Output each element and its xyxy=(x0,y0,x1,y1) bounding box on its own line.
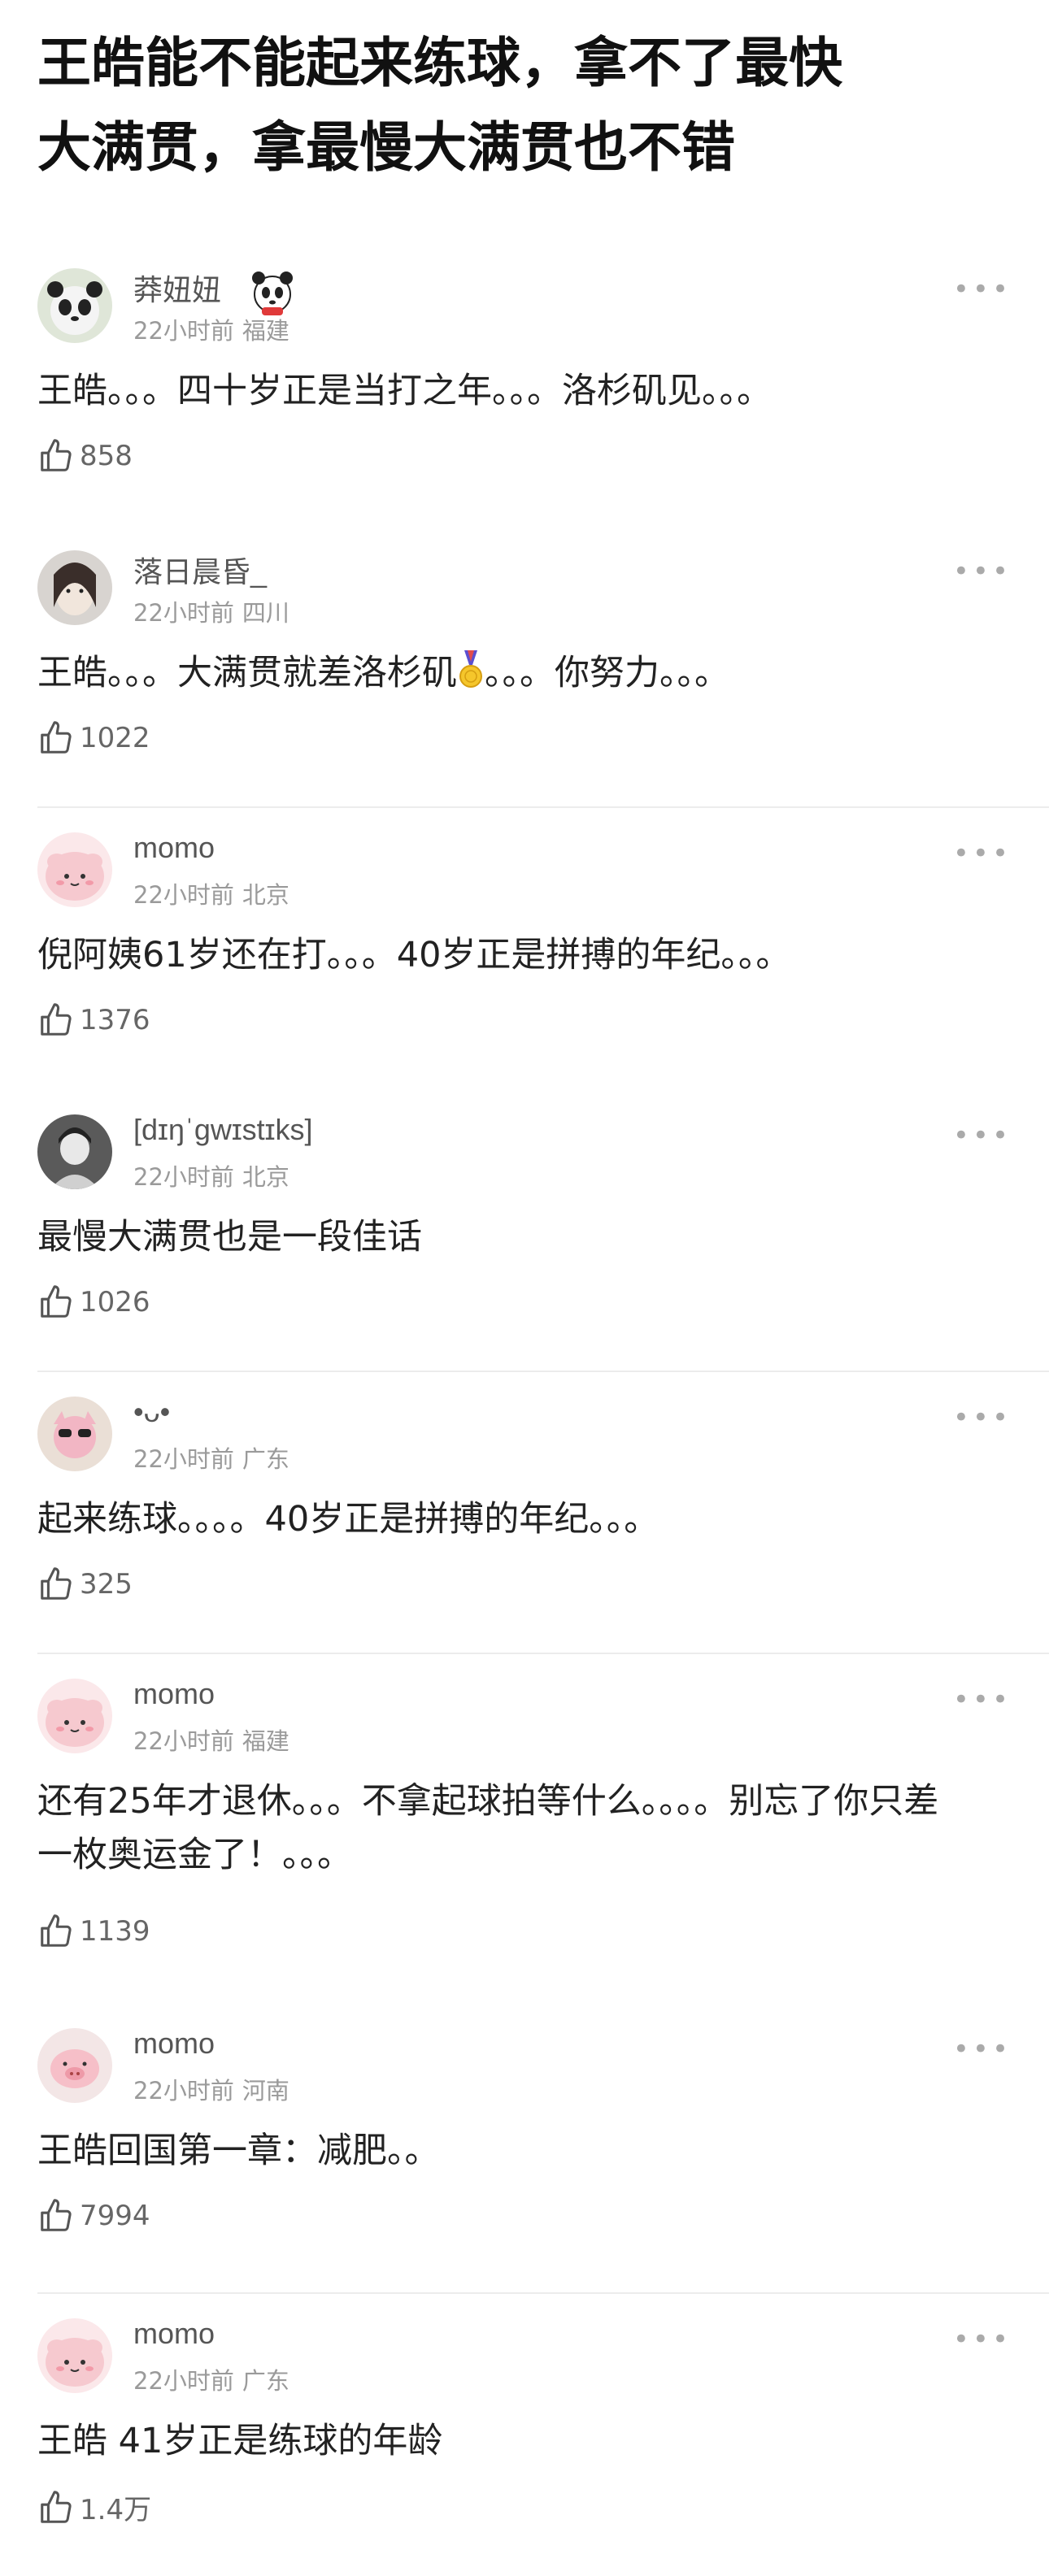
comment-location: 广东 xyxy=(242,2367,289,2395)
more-dots-icon[interactable]: ••• xyxy=(953,273,1012,306)
like-button[interactable]: 325 xyxy=(37,1566,133,1603)
thumbs-up-icon xyxy=(37,719,75,757)
like-button[interactable]: 858 xyxy=(37,437,133,475)
more-dots-icon[interactable]: ••• xyxy=(953,1119,1012,1152)
avatar[interactable] xyxy=(37,268,112,343)
gold-medal-icon xyxy=(459,650,482,688)
comment-item: momo 22小时前 福建 ••• 还有25年才退休。。。不拿起球拍等什么。。。。… xyxy=(0,1654,1049,2004)
comment-time: 22小时前 xyxy=(133,317,234,345)
more-dots-icon[interactable]: ••• xyxy=(953,1401,1012,1434)
comment-item: 落日晨昏_ 22小时前 四川 ••• 王皓。。。大满贯就差洛杉矶 。。。你努力。。。… xyxy=(0,526,1049,808)
like-button[interactable]: 1376 xyxy=(37,1001,150,1039)
comment-time: 22小时前 xyxy=(133,1163,234,1191)
more-dots-icon[interactable]: ••• xyxy=(953,2323,1012,2356)
username[interactable]: 莽妞妞 xyxy=(133,267,221,309)
thumbs-up-icon xyxy=(37,437,75,475)
avatar[interactable] xyxy=(37,832,112,907)
username[interactable]: 落日晨昏_ xyxy=(133,549,267,591)
comment-text: 王皓。。。四十岁正是当打之年。。。洛杉矶见。。。 xyxy=(37,371,772,411)
like-count: 1022 xyxy=(80,722,150,754)
username[interactable]: •ᴗ• xyxy=(133,1395,170,1429)
like-count: 858 xyxy=(80,440,133,472)
comment-item: [dɪŋˈɡwɪstɪks] 22小时前 北京 ••• 最慢大满贯也是一段佳话 1… xyxy=(0,1090,1049,1372)
comment-item: momo 22小时前 河南 ••• 王皓回国第一章：减肥。。 7994 xyxy=(0,2004,1049,2294)
like-count: 1376 xyxy=(80,1004,150,1036)
comment-item: momo 22小时前 北京 ••• 倪阿姨61岁还在打。。。40岁正是拼搏的年纪。… xyxy=(0,808,1049,1090)
username[interactable]: momo xyxy=(133,831,215,865)
comment-item: 莽妞妞 22小时前 福建 ••• 王皓。。。四十岁正是当打之年。。。洛杉矶见。。。… xyxy=(0,244,1049,526)
avatar[interactable] xyxy=(37,1679,112,1753)
thumbs-up-icon xyxy=(37,1566,75,1603)
like-count: 1026 xyxy=(80,1286,150,1318)
comment-time: 22小时前 xyxy=(133,2367,234,2395)
comment-location: 北京 xyxy=(242,1163,289,1191)
comment-text: 王皓。。。大满贯就差洛杉矶 。。。你努力。。。 xyxy=(37,646,997,700)
comment-text-part: 。。。你努力。。。 xyxy=(485,653,729,693)
more-dots-icon[interactable]: ••• xyxy=(953,1683,1012,1716)
thumbs-up-icon xyxy=(37,2197,75,2235)
like-count: 1139 xyxy=(80,1915,150,1948)
post-page: 王皓能不能起来练球，拿不了最快 大满贯，拿最慢大满贯也不错 莽妞妞 22小时前福… xyxy=(0,0,1049,2574)
comment-text: 起来练球。。。。40岁正是拼搏的年纪。。。 xyxy=(37,1499,659,1540)
thumbs-up-icon xyxy=(37,1001,75,1039)
comment-meta: 22小时前 北京 xyxy=(133,876,289,910)
comment-list: 莽妞妞 22小时前 福建 ••• 王皓。。。四十岁正是当打之年。。。洛杉矶见。。。… xyxy=(0,244,1049,2576)
like-button[interactable]: 1026 xyxy=(37,1284,150,1321)
thumbs-up-icon xyxy=(37,1284,75,1321)
comment-text: 王皓回国第一章：减肥。。 xyxy=(37,2131,440,2171)
username[interactable]: [dɪŋˈɡwɪstɪks] xyxy=(133,1113,313,1147)
comment-location: 河南 xyxy=(242,2077,289,2105)
like-button[interactable]: 1022 xyxy=(37,719,150,757)
avatar[interactable] xyxy=(37,1114,112,1189)
comment-meta: 22小时前 四川 xyxy=(133,594,289,628)
username[interactable]: momo xyxy=(133,1677,215,1711)
comment-time: 22小时前 xyxy=(133,2077,234,2105)
thumbs-up-icon xyxy=(37,2489,75,2526)
avatar[interactable] xyxy=(37,550,112,625)
avatar[interactable] xyxy=(37,1397,112,1471)
comment-meta: 22小时前 北京 xyxy=(133,1158,289,1192)
username[interactable]: momo xyxy=(133,2317,215,2351)
post-title: 王皓能不能起来练球，拿不了最快 大满贯，拿最慢大满贯也不错 xyxy=(37,32,842,179)
like-button[interactable]: 1.4万 xyxy=(37,2487,151,2527)
username[interactable]: momo xyxy=(133,2026,215,2061)
comment-text: 还有25年才退休。。。不拿起球拍等什么。。。。别忘了你只差一枚奥运金了！。。。 xyxy=(37,1781,939,1875)
comment-meta: 22小时前 福建 xyxy=(133,312,289,346)
comment-location: 广东 xyxy=(242,1445,289,1473)
comment-meta: 22小时前 广东 xyxy=(133,2362,289,2396)
comment-location: 福建 xyxy=(242,317,289,345)
comment-item: momo 22小时前 广东 ••• 王皓 41岁正是练球的年龄 1.4万 xyxy=(0,2294,1049,2576)
avatar[interactable] xyxy=(37,2028,112,2103)
comment-location: 福建 xyxy=(242,1727,289,1755)
like-button[interactable]: 7994 xyxy=(37,2197,150,2235)
comment-meta: 22小时前 广东 xyxy=(133,1440,289,1475)
comment-location: 北京 xyxy=(242,881,289,909)
comment-meta: 22小时前 福建 xyxy=(133,1722,289,1757)
comment-time: 22小时前 xyxy=(133,599,234,627)
like-button[interactable]: 1139 xyxy=(37,1913,150,1950)
comment-text: 王皓 41岁正是练球的年龄 xyxy=(37,2421,443,2461)
comment-meta: 22小时前 河南 xyxy=(133,2072,289,2106)
comment-text: 倪阿姨61岁还在打。。。40岁正是拼搏的年纪。。。 xyxy=(37,935,791,975)
comment-time: 22小时前 xyxy=(133,1727,234,1755)
like-count: 325 xyxy=(80,1568,133,1601)
comment-time: 22小时前 xyxy=(133,881,234,909)
thumbs-up-icon xyxy=(37,1913,75,1950)
comment-text-part: 王皓。。。大满贯就差洛杉矶 xyxy=(37,653,457,693)
comment-text: 最慢大满贯也是一段佳话 xyxy=(37,1217,422,1258)
comment-location: 四川 xyxy=(242,599,289,627)
more-dots-icon[interactable]: ••• xyxy=(953,2033,1012,2066)
like-count: 1.4万 xyxy=(80,2494,152,2526)
panda-icon xyxy=(252,272,293,315)
like-count: 7994 xyxy=(80,2200,150,2232)
more-dots-icon[interactable]: ••• xyxy=(953,555,1012,588)
avatar[interactable] xyxy=(37,2318,112,2393)
comment-item: •ᴗ• 22小时前 广东 ••• 起来练球。。。。40岁正是拼搏的年纪。。。 32… xyxy=(0,1372,1049,1654)
comment-time: 22小时前 xyxy=(133,1445,234,1473)
more-dots-icon[interactable]: ••• xyxy=(953,837,1012,870)
